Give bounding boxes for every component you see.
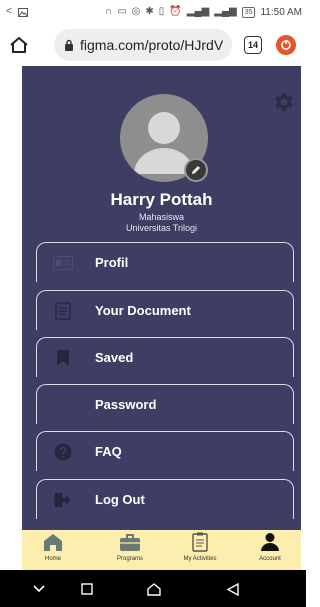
- browser-toolbar: figma.com/proto/HJrdV 14: [0, 24, 306, 66]
- signal-icon: ▂▄▆: [214, 6, 237, 17]
- triangle-back-icon: [227, 582, 239, 596]
- alarm-icon: ⏰: [169, 6, 182, 17]
- person-icon: [261, 533, 279, 551]
- tab-switcher-button[interactable]: 14: [244, 36, 262, 54]
- url-bar[interactable]: figma.com/proto/HJrdV: [54, 29, 232, 61]
- menu-item-log-out[interactable]: Log Out: [36, 479, 294, 519]
- signal-icon: ▂▄▆: [186, 6, 210, 17]
- message-icon: ▭: [117, 6, 127, 17]
- nav-label: Home: [44, 556, 61, 562]
- menu-label: Password: [95, 397, 157, 412]
- clipboard-icon: [192, 532, 208, 552]
- image-icon: [17, 7, 28, 17]
- profile-name: Harry Pottah: [110, 190, 213, 209]
- bookmark-icon: [53, 348, 73, 368]
- recents-button[interactable]: [78, 580, 96, 598]
- id-card-icon: [53, 253, 73, 273]
- home-outline-icon: [147, 582, 161, 596]
- account-screen: Harry Pottah Mahasiswa Universitas Trilo…: [22, 66, 301, 570]
- url-text: figma.com/proto/HJrdV: [80, 37, 224, 53]
- square-icon: [81, 583, 93, 595]
- vibrate-icon: ▯: [158, 6, 165, 17]
- extension-icon: [281, 40, 291, 50]
- bluetooth-icon: ✱: [145, 6, 154, 17]
- gear-icon[interactable]: [271, 90, 295, 114]
- document-icon: [53, 301, 73, 321]
- menu-item-your-document[interactable]: Your Document: [36, 290, 294, 330]
- menu-label: FAQ: [95, 444, 122, 459]
- system-home-button[interactable]: [145, 580, 163, 598]
- menu-label: Profil: [95, 255, 129, 270]
- chevron-down-icon: [33, 585, 45, 593]
- home-icon: [10, 37, 28, 53]
- status-bar-right: ∩ ▭ ◎ ✱ ▯ ⏰ ▂▄▆ ▂▄▆ 35 11:50 AM: [105, 6, 302, 18]
- nav-label: Account: [259, 556, 281, 562]
- home-icon: [44, 534, 62, 551]
- profile-role: Mahasiswa: [138, 212, 185, 222]
- lock-icon: [65, 39, 73, 51]
- back-arrow-icon: <: [6, 6, 12, 17]
- browser-home-button[interactable]: [6, 32, 32, 58]
- pencil-icon: [192, 166, 200, 174]
- logout-icon: [53, 490, 73, 510]
- nav-account[interactable]: Account: [242, 532, 298, 570]
- nav-label: My Activities: [183, 556, 217, 562]
- status-bar: < ∩ ▭ ◎ ✱ ▯ ⏰ ▂▄▆ ▂▄▆ 35 11:50 AM: [0, 0, 306, 24]
- instagram-icon: ◎: [131, 6, 141, 17]
- menu-item-saved[interactable]: Saved: [36, 337, 294, 377]
- collapse-button[interactable]: [30, 580, 48, 598]
- briefcase-icon: [120, 534, 140, 551]
- nav-programs[interactable]: Programs: [102, 532, 158, 570]
- menu-label: Your Document: [95, 303, 191, 318]
- system-navigation-bar: [0, 570, 306, 607]
- bottom-navigation: Home Programs My Activities Account: [22, 530, 301, 570]
- profile-university: Universitas Trilogi: [125, 223, 198, 233]
- system-back-button[interactable]: [224, 580, 242, 598]
- nav-home[interactable]: Home: [25, 532, 81, 570]
- edit-avatar-button[interactable]: [184, 158, 208, 182]
- headphone-icon: ∩: [105, 6, 113, 17]
- menu-item-password[interactable]: Password: [36, 384, 294, 424]
- status-time: 11:50 AM: [260, 6, 302, 18]
- question-icon: [53, 442, 73, 462]
- menu-item-faq[interactable]: FAQ: [36, 431, 294, 471]
- nav-my-activities[interactable]: My Activities: [172, 532, 228, 570]
- battery-indicator: 35: [241, 6, 256, 18]
- extension-button[interactable]: [276, 35, 296, 55]
- status-bar-left: <: [6, 6, 28, 18]
- menu-label: Saved: [95, 350, 134, 365]
- menu-label: Log Out: [95, 492, 145, 507]
- menu-item-profil[interactable]: Profil: [36, 242, 294, 282]
- nav-label: Programs: [116, 556, 143, 562]
